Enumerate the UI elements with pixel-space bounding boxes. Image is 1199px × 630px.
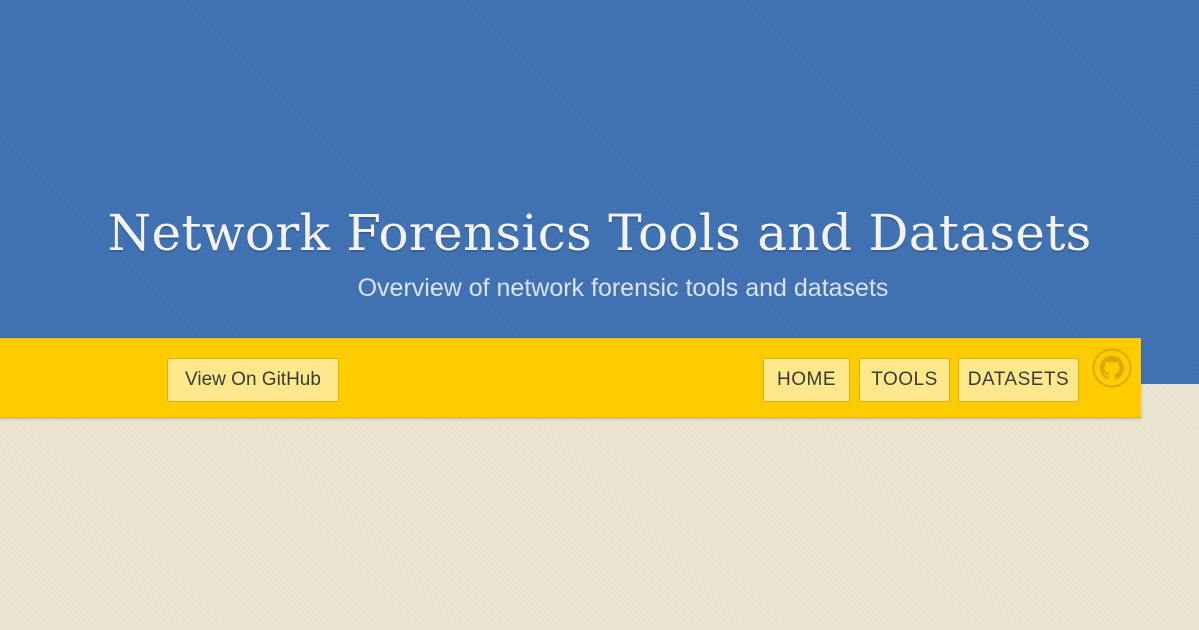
view-on-github-button[interactable]: View On GitHub xyxy=(167,358,339,402)
page-subtitle: Overview of network forensic tools and d… xyxy=(357,274,889,302)
nav-datasets-button[interactable]: DATASETS xyxy=(958,358,1079,402)
navbar: View On GitHub HOME TOOLS DATASETS xyxy=(0,338,1141,418)
page-title: Network Forensics Tools and Datasets xyxy=(107,204,1092,262)
nav-tools-button[interactable]: TOOLS xyxy=(859,358,950,402)
github-octocat-icon[interactable] xyxy=(1092,348,1132,388)
nav-home-button[interactable]: HOME xyxy=(763,358,850,402)
hero-header: Network Forensics Tools and Datasets Ove… xyxy=(0,0,1199,384)
